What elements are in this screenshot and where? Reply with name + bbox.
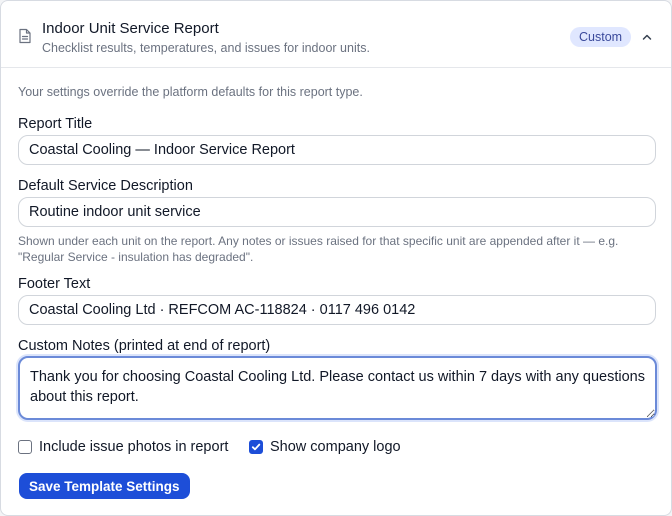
report-template-card: Indoor Unit Service Report Checklist res… bbox=[0, 0, 672, 516]
custom-notes-textarea[interactable]: Thank you for choosing Coastal Cooling L… bbox=[18, 356, 657, 420]
section-subtitle: Checklist results, temperatures, and iss… bbox=[42, 41, 370, 55]
report-title-label: Report Title bbox=[18, 116, 93, 132]
section-header[interactable]: Indoor Unit Service Report Checklist res… bbox=[1, 1, 671, 68]
section-title: Indoor Unit Service Report bbox=[42, 20, 219, 37]
default-description-input[interactable] bbox=[18, 197, 656, 227]
default-description-hint: Shown under each unit on the report. Any… bbox=[18, 234, 619, 264]
chevron-up-icon[interactable] bbox=[641, 31, 653, 43]
include-photos-checkbox[interactable] bbox=[18, 440, 32, 454]
document-icon bbox=[19, 28, 31, 44]
footer-text-label: Footer Text bbox=[18, 276, 91, 292]
override-notice: Your settings override the platform defa… bbox=[18, 85, 363, 99]
include-photos-label: Include issue photos in report bbox=[39, 439, 229, 455]
report-title-input[interactable] bbox=[18, 135, 656, 165]
show-logo-checkbox[interactable] bbox=[249, 440, 263, 454]
footer-text-input[interactable] bbox=[18, 295, 656, 325]
custom-notes-label: Custom Notes (printed at end of report) bbox=[18, 338, 271, 354]
status-badge: Custom bbox=[570, 27, 632, 47]
show-logo-label: Show company logo bbox=[270, 439, 401, 455]
checkmark-icon bbox=[251, 443, 261, 451]
show-logo-option[interactable]: Show company logo bbox=[249, 438, 401, 456]
default-description-label: Default Service Description bbox=[18, 178, 193, 194]
include-photos-option[interactable]: Include issue photos in report bbox=[18, 438, 228, 456]
save-template-button[interactable]: Save Template Settings bbox=[19, 473, 190, 499]
